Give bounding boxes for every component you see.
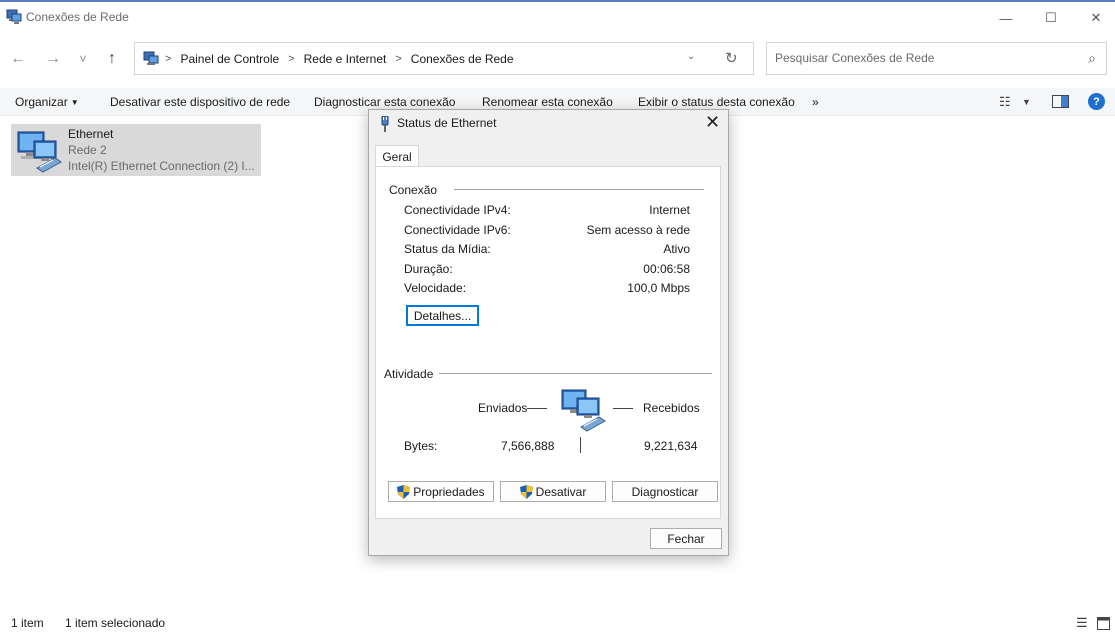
large-icons-view-icon[interactable]: [1097, 617, 1110, 630]
search-box[interactable]: ⌕: [766, 42, 1107, 75]
activity-divider: [580, 437, 581, 453]
bytes-received-value: 9,221,634: [644, 439, 698, 453]
ethernet-status-dialog: Status de Ethernet ✕ Geral Conexão Conec…: [368, 109, 729, 556]
activity-heading: Atividade: [384, 367, 438, 381]
duration-label: Duração:: [404, 262, 453, 276]
search-icon[interactable]: ⌕: [1088, 50, 1096, 67]
help-icon[interactable]: ?: [1088, 93, 1105, 110]
received-dash: [613, 408, 633, 409]
title-bar: Conexões de Rede — ☐ ✕: [0, 0, 1115, 34]
group-divider: [454, 189, 704, 190]
bytes-label: Bytes:: [404, 439, 438, 453]
item-count: 1 item: [11, 616, 44, 630]
network-activity-icon: [561, 389, 606, 432]
status-bar: 1 item 1 item selecionado ☰: [0, 612, 1115, 636]
minimize-button[interactable]: —: [983, 2, 1029, 34]
ipv6-value: Sem acesso à rede: [586, 223, 690, 237]
forward-button[interactable]: →: [38, 44, 68, 74]
received-label: Recebidos: [643, 401, 700, 415]
connection-adapter: Intel(R) Ethernet Connection (2) I...: [68, 159, 255, 173]
dialog-close-button[interactable]: ✕: [705, 112, 720, 133]
ethernet-plug-icon: [381, 116, 389, 132]
ipv4-label: Conectividade IPv4:: [404, 203, 511, 217]
properties-label: Propriedades: [413, 484, 485, 499]
general-tab-panel: Conexão Conectividade IPv4: Internet Con…: [375, 166, 721, 519]
uac-shield-icon: [519, 484, 533, 499]
disable-label: Desativar: [535, 484, 587, 499]
sent-dash: [527, 408, 547, 409]
chevron-down-icon[interactable]: ⌄: [687, 51, 695, 62]
back-button[interactable]: ←: [3, 44, 33, 74]
recent-locations-button[interactable]: ˅: [68, 44, 98, 74]
chevron-right-icon: >: [288, 53, 295, 65]
connection-heading: Conexão: [389, 183, 442, 197]
organize-label: Organizar: [15, 95, 68, 109]
window-title: Conexões de Rede: [26, 10, 129, 24]
close-window-button[interactable]: ✕: [1073, 2, 1115, 34]
speed-label: Velocidade:: [404, 281, 467, 295]
up-button[interactable]: ↑: [97, 44, 127, 74]
disable-device-command[interactable]: Desativar este dispositivo de rede: [110, 95, 290, 109]
view-dropdown-icon[interactable]: ▼: [1022, 97, 1031, 107]
breadcrumb-control-panel[interactable]: Painel de Controle: [180, 52, 279, 66]
selected-count: 1 item selecionado: [65, 616, 166, 630]
details-button[interactable]: Detalhes...: [406, 305, 479, 326]
tab-general[interactable]: Geral: [375, 145, 419, 167]
organize-menu[interactable]: Organizar ▼: [15, 95, 79, 109]
disable-button[interactable]: Desativar: [500, 481, 606, 502]
refresh-icon[interactable]: ↻: [725, 49, 738, 67]
more-commands-button[interactable]: »: [812, 95, 819, 109]
diagnose-button[interactable]: Diagnosticar: [612, 481, 718, 502]
media-status-value: Ativo: [663, 242, 690, 256]
group-divider: [439, 373, 712, 374]
connection-network: Rede 2: [68, 143, 107, 157]
dialog-title: Status de Ethernet: [397, 116, 497, 130]
duration-value: 00:06:58: [643, 262, 690, 276]
ipv6-label: Conectividade IPv6:: [404, 223, 511, 237]
network-adapter-icon: [17, 131, 62, 173]
diagnose-command[interactable]: Diagnosticar esta conexão: [314, 95, 455, 109]
chevron-right-icon: >: [165, 53, 172, 65]
search-input[interactable]: [775, 51, 1065, 65]
ipv4-value: Internet: [649, 203, 690, 217]
breadcrumb-network-connections[interactable]: Conexões de Rede: [411, 52, 514, 66]
ethernet-connection-item[interactable]: Ethernet Rede 2 Intel(R) Ethernet Connec…: [11, 124, 261, 176]
bytes-sent-value: 7,566,888: [501, 439, 555, 453]
details-view-icon[interactable]: ☰: [1076, 615, 1088, 631]
chevron-right-icon: >: [395, 53, 402, 65]
maximize-button[interactable]: ☐: [1028, 2, 1074, 34]
uac-shield-icon: [397, 484, 411, 499]
address-bar[interactable]: > Painel de Controle > Rede e Internet >…: [134, 42, 754, 75]
change-view-icon[interactable]: ☷: [999, 94, 1011, 110]
breadcrumb: > Painel de Controle > Rede e Internet >…: [165, 52, 514, 66]
caret-down-icon: ▼: [70, 98, 79, 107]
control-panel-icon: [143, 51, 159, 65]
sent-label: Enviados: [478, 401, 528, 415]
connection-name: Ethernet: [68, 127, 114, 141]
view-status-command[interactable]: Exibir o status desta conexão: [638, 95, 795, 109]
network-connections-icon: [6, 9, 22, 24]
properties-button[interactable]: Propriedades: [388, 481, 494, 502]
close-dialog-button[interactable]: Fechar: [650, 528, 722, 549]
speed-value: 100,0 Mbps: [627, 281, 690, 295]
preview-pane-icon[interactable]: [1052, 95, 1069, 108]
media-status-label: Status da Mídia:: [404, 242, 491, 256]
breadcrumb-network-internet[interactable]: Rede e Internet: [304, 52, 387, 66]
rename-command[interactable]: Renomear esta conexão: [482, 95, 613, 109]
